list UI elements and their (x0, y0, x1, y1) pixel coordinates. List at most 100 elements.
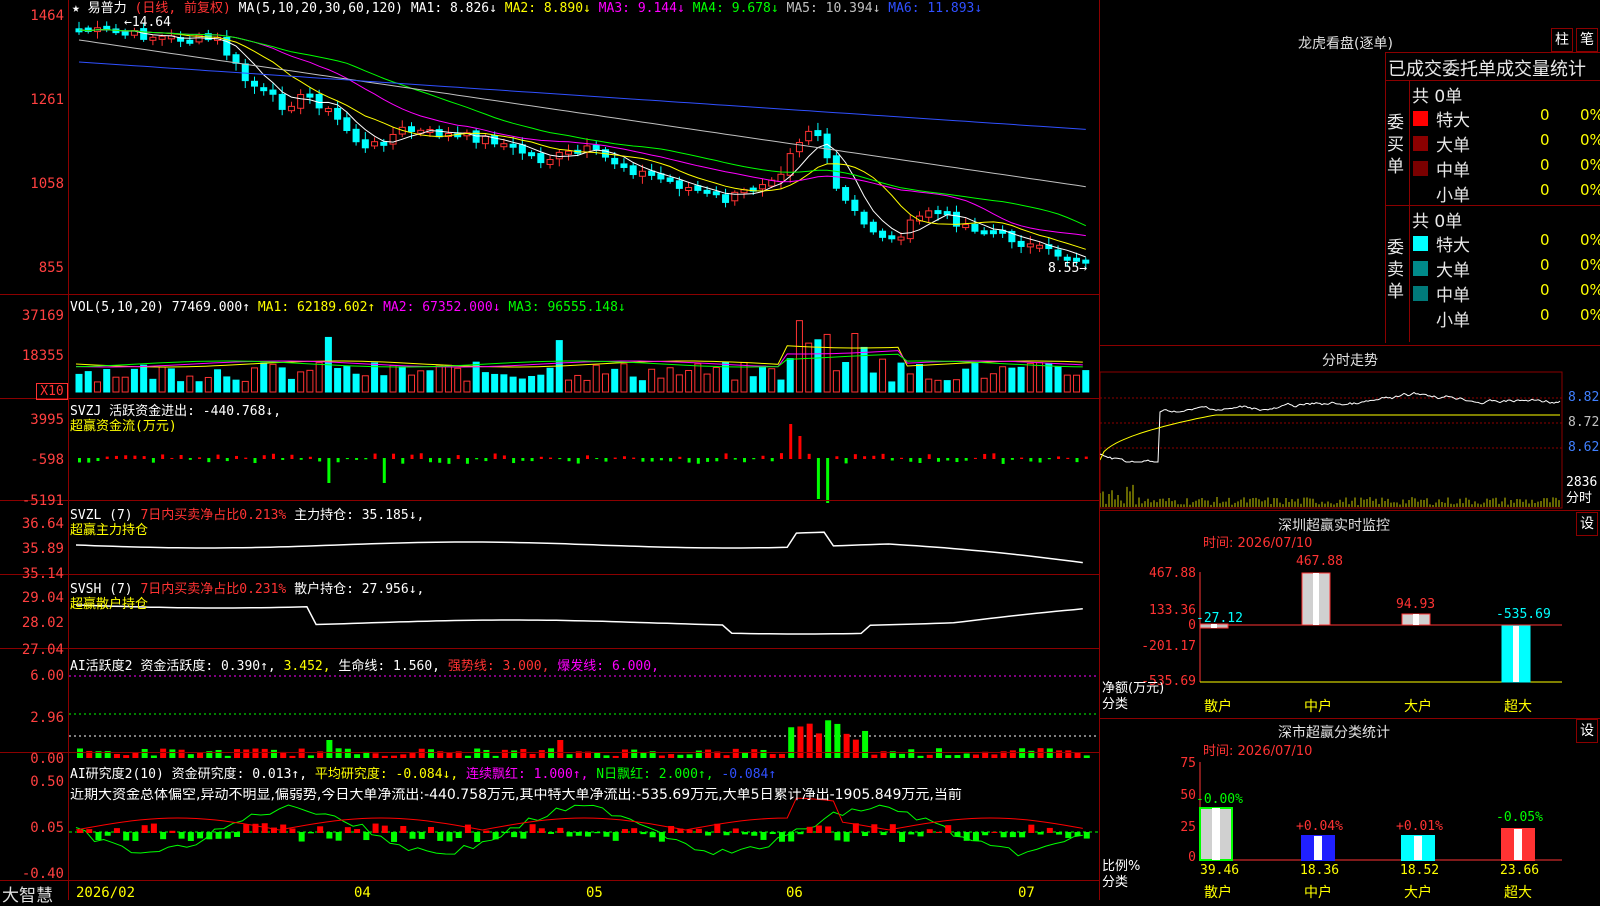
chart-mark (518, 144, 526, 154)
chart-mark (557, 740, 564, 758)
chart-mark (112, 376, 120, 393)
chart-mark (576, 458, 580, 464)
chart-mark (546, 367, 554, 393)
chart-mark (538, 828, 545, 833)
chart-mark (225, 458, 229, 462)
chart-mark (308, 456, 312, 459)
chart-mark (335, 748, 342, 758)
chart-mark (149, 36, 157, 41)
y-tick: 0.50 (30, 774, 64, 790)
chart-mark (345, 458, 349, 460)
chart-mark (629, 376, 637, 393)
chart-mark (797, 832, 804, 835)
chart-mark (991, 831, 998, 833)
chart-mark (723, 832, 730, 836)
ai-act-life: 生命线: 1.560, (338, 659, 441, 674)
chart-mark (484, 458, 488, 462)
chart-mark (890, 458, 894, 461)
y-tick: 75 (1180, 756, 1196, 771)
chart-mark (418, 748, 425, 758)
chart-mark (371, 362, 379, 393)
chart-mark (178, 832, 185, 839)
classify-settings-button[interactable]: 设 (1576, 719, 1598, 743)
chart-mark (777, 379, 785, 393)
sell-row-count: 0 (1540, 231, 1550, 249)
chart-mark (871, 754, 878, 758)
divider (1099, 0, 1100, 900)
tick-mode-button[interactable]: 笔 (1576, 28, 1598, 52)
chart-mark (620, 363, 628, 393)
chart-mark (447, 458, 451, 464)
chart-mark (1082, 370, 1090, 393)
chart-mark (150, 823, 157, 833)
y-tick: 27.04 (21, 642, 64, 658)
chart-mark (962, 224, 970, 229)
chart-mark (714, 823, 721, 833)
ma-label: MA(5,10,20,30,60,120) (238, 1, 404, 16)
chart-mark (872, 455, 876, 459)
chart-canvas[interactable] (0, 0, 1600, 900)
classify-change: +0.01% (1396, 819, 1443, 834)
chart-mark (509, 143, 517, 148)
chart-mark (243, 749, 250, 758)
chart-mark (666, 177, 674, 182)
chart-mark (343, 365, 351, 393)
chart-mark (853, 454, 857, 459)
chart-mark (888, 235, 896, 240)
svzj-value: 活跃资金进出: -440.768↓, (109, 404, 282, 419)
star-icon[interactable]: ★ (72, 1, 80, 16)
ai-act-burst: 爆发线: 6.000, (557, 659, 659, 674)
chart-mark (398, 366, 406, 393)
chart-mark (770, 458, 774, 462)
chart-mark (232, 54, 240, 64)
vol-unit-badge: X10 (36, 383, 68, 400)
chart-mark (880, 832, 887, 836)
chart-mark (640, 832, 647, 835)
chart-mark (501, 832, 508, 834)
chart-mark (546, 159, 554, 165)
svzl-sub: 超赢主力持仓 (70, 523, 149, 538)
chart-mark (371, 141, 379, 147)
chart-mark (75, 373, 83, 393)
monitor-bar-highlight (1513, 626, 1519, 682)
chart-mark (795, 320, 803, 393)
chart-mark (492, 755, 499, 758)
divider (0, 648, 1100, 649)
y-tick: 25 (1180, 820, 1196, 835)
chart-mark (991, 754, 998, 758)
classify-time: 时间: 2026/07/10 (1203, 744, 1313, 759)
bar-mode-button[interactable]: 柱 (1551, 28, 1573, 52)
chart-mark (121, 376, 129, 393)
chart-mark (694, 185, 702, 191)
chart-mark (187, 754, 194, 758)
chart-mark (317, 826, 324, 833)
buy-swatch (1413, 161, 1428, 176)
chart-mark (530, 458, 534, 462)
chart-mark (972, 754, 979, 758)
chart-mark (1099, 414, 1560, 461)
chart-mark (463, 380, 471, 393)
vol-ma2: MA2: 67352.000↓ (383, 300, 501, 315)
sell-label: 委卖单 (1387, 238, 1404, 302)
chart-mark (917, 832, 924, 837)
chart-mark (675, 374, 683, 393)
monitor-settings-button[interactable]: 设 (1576, 512, 1598, 536)
chart-mark (724, 453, 728, 459)
chart-mark (492, 832, 499, 840)
chart-mark (695, 828, 702, 833)
chart-mark (224, 755, 231, 758)
ai-res-avg: 平均研究度: -0.084↓, (314, 767, 459, 782)
chart-mark (806, 826, 813, 833)
chart-mark (1065, 832, 1072, 838)
chart-mark (594, 832, 601, 834)
chart-mark (1017, 366, 1025, 393)
sell-row-pct: 0% (1580, 256, 1600, 274)
chart-mark (243, 824, 250, 833)
chart-mark (696, 458, 700, 464)
y-tick: -201.17 (1141, 639, 1196, 654)
buy-swatch (1413, 136, 1428, 151)
chart-mark (1026, 362, 1034, 393)
chart-mark (769, 832, 776, 835)
chart-mark (677, 754, 684, 758)
buy-total: 共 0单 (1412, 87, 1463, 107)
